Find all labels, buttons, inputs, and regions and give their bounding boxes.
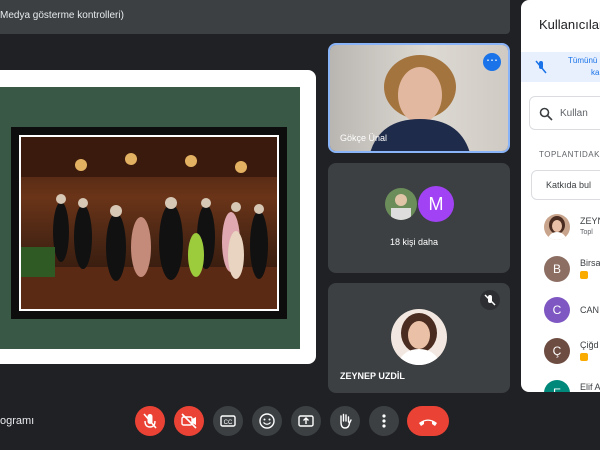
host-badge-icon — [580, 271, 588, 279]
mic-toggle-button[interactable] — [135, 406, 165, 436]
leave-call-button[interactable] — [407, 406, 449, 436]
raise-hand-icon — [340, 413, 352, 429]
raise-hand-button[interactable] — [330, 406, 360, 436]
event-photo — [19, 135, 279, 311]
camera-toggle-button[interactable] — [174, 406, 204, 436]
participant-row[interactable]: E Elif A — [521, 376, 600, 392]
mic-off-icon — [143, 413, 157, 429]
participant-row[interactable]: C CAN — [521, 293, 600, 333]
participant-avatar: B — [544, 256, 570, 282]
mute-all-icon — [535, 60, 547, 74]
more-participants-tile[interactable]: M 18 kişi daha — [328, 163, 510, 273]
svg-text:CC: CC — [224, 420, 233, 426]
section-heading: TOPLANTIDAK — [539, 150, 600, 159]
mute-all-label-2: ka — [591, 68, 600, 77]
captions-icon: CC — [220, 415, 236, 427]
emoji-icon — [259, 413, 275, 429]
search-icon — [539, 107, 553, 121]
mute-all-button[interactable]: Tümünü ka — [521, 52, 600, 82]
videocam-off-icon — [181, 413, 197, 429]
meeting-title: ogramı — [0, 415, 35, 427]
participant-role: Topl — [580, 229, 593, 236]
mute-all-label: Tümünü — [568, 56, 598, 65]
more-vert-icon — [382, 414, 386, 428]
participant-tile-zeynep[interactable]: ZEYNEP UZDİL — [328, 283, 510, 393]
media-controls-title: Medya gösterme kontrolleri) — [0, 10, 124, 21]
participant-name: Elif A — [580, 382, 600, 392]
participant-row[interactable]: Ç Çiğd — [521, 334, 600, 374]
participant-tile-gokce[interactable]: ⋯ Gökçe Ünal — [328, 43, 510, 153]
participant-avatar: Ç — [544, 338, 570, 364]
participant-avatar-m: M — [418, 186, 454, 222]
more-options-icon[interactable]: ⋯ — [483, 53, 501, 71]
more-participants-label: 18 kişi daha — [390, 237, 439, 247]
search-placeholder: Kullan — [560, 108, 588, 119]
participant-avatar-zeynep — [391, 309, 447, 365]
reactions-button[interactable] — [252, 406, 282, 436]
present-icon — [298, 415, 314, 427]
present-now-button[interactable] — [291, 406, 321, 436]
participant-row[interactable]: ZEYN Topl — [521, 210, 600, 250]
participant-name: CAN — [580, 305, 600, 315]
captions-button[interactable]: CC — [213, 406, 243, 436]
participant-name: Birsa — [580, 258, 600, 268]
participant-avatar-photo — [385, 188, 417, 220]
more-options-button[interactable] — [369, 406, 399, 436]
participant-name: Çiğd — [580, 340, 599, 350]
host-badge-icon — [580, 353, 588, 361]
panel-title: Kullanıcılar — [539, 17, 600, 32]
search-people-input[interactable]: Kullan — [529, 96, 600, 130]
mic-off-icon — [480, 290, 500, 310]
participant-name: ZEYNEP UZDİL — [340, 371, 405, 381]
participant-row[interactable]: B Birsa — [521, 252, 600, 292]
call-end-icon — [419, 419, 437, 426]
participant-avatar — [544, 214, 570, 240]
people-panel: Kullanıcılar Tümünü ka Kullan TOPLANTIDA… — [521, 0, 600, 392]
contributors-dropdown[interactable]: Katkıda bul — [531, 170, 600, 200]
contributors-label: Katkıda bul — [546, 180, 592, 190]
media-controls-bar: Medya gösterme kontrolleri) — [0, 0, 510, 34]
participant-name: ZEYN — [580, 216, 600, 226]
participant-name: Gökçe Ünal — [340, 133, 388, 143]
participant-avatar: C — [544, 297, 570, 323]
participant-avatar: E — [544, 380, 570, 392]
